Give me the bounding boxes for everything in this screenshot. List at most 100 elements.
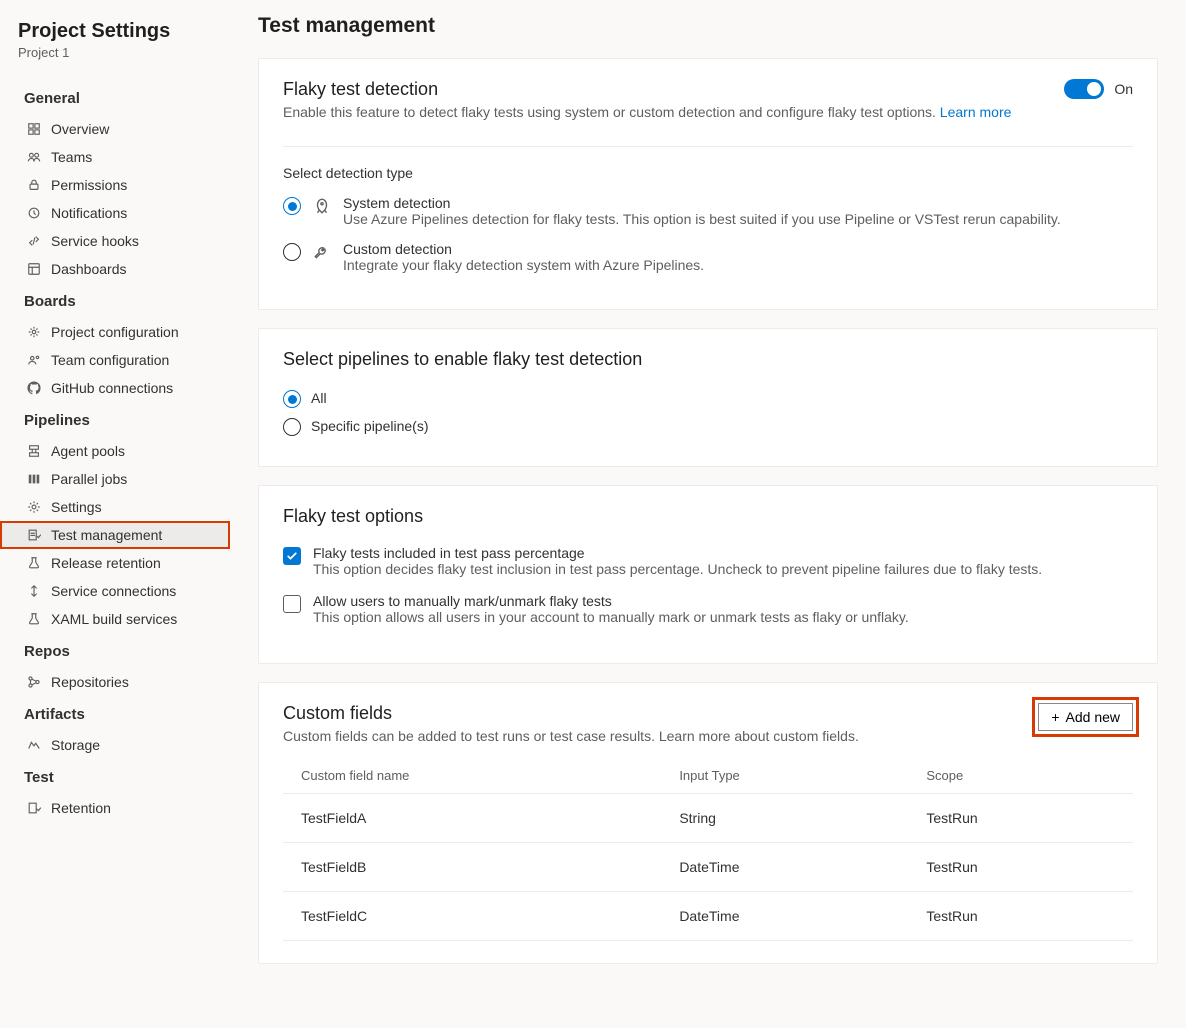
detection-opt-title: Custom detection xyxy=(343,241,704,257)
rocket-icon xyxy=(313,197,331,215)
option-title: Flaky tests included in test pass percen… xyxy=(313,545,1042,561)
sidebar-item-test-management[interactable]: Test management xyxy=(0,521,230,549)
notifications-icon xyxy=(26,205,42,221)
sidebar-item-label: Repositories xyxy=(51,674,129,690)
cf-cell-type: DateTime xyxy=(663,843,910,892)
sidebar-item-label: Test management xyxy=(51,527,162,543)
option-checkbox[interactable] xyxy=(283,595,301,613)
flaky-desc-text: Enable this feature to detect flaky test… xyxy=(283,104,940,120)
sidebar-item-label: Parallel jobs xyxy=(51,471,127,487)
pipeline-option: All xyxy=(283,388,1133,408)
sidebar-item-settings[interactable]: Settings xyxy=(0,493,230,521)
sidebar-item-retention[interactable]: Retention xyxy=(0,794,230,822)
agent-pools-icon xyxy=(26,443,42,459)
pipeline-radio[interactable] xyxy=(283,418,301,436)
pipeline-option-label: Specific pipeline(s) xyxy=(311,418,429,434)
detection-radio[interactable] xyxy=(283,197,301,215)
project-config-icon xyxy=(26,324,42,340)
settings-icon xyxy=(26,499,42,515)
flaky-learn-more-link[interactable]: Learn more xyxy=(940,104,1012,120)
table-row[interactable]: TestFieldAStringTestRun xyxy=(283,794,1133,843)
detection-radio[interactable] xyxy=(283,243,301,261)
service-hooks-icon xyxy=(26,233,42,249)
sidebar-item-dashboards[interactable]: Dashboards xyxy=(0,255,230,283)
pipeline-option: Specific pipeline(s) xyxy=(283,416,1133,436)
retention-icon xyxy=(26,800,42,816)
sidebar-item-permissions[interactable]: Permissions xyxy=(0,171,230,199)
options-title: Flaky test options xyxy=(283,506,1133,527)
sidebar-item-team-configuration[interactable]: Team configuration xyxy=(0,346,230,374)
detection-option: System detectionUse Azure Pipelines dete… xyxy=(283,195,1133,227)
sidebar-item-agent-pools[interactable]: Agent pools xyxy=(0,437,230,465)
service-conn-icon xyxy=(26,583,42,599)
plus-icon: + xyxy=(1051,709,1059,725)
table-row[interactable]: TestFieldCDateTimeTestRun xyxy=(283,892,1133,941)
sidebar-group-header: Test xyxy=(0,759,230,794)
sidebar-item-xaml-build-services[interactable]: XAML build services xyxy=(0,605,230,633)
sidebar-item-release-retention[interactable]: Release retention xyxy=(0,549,230,577)
sidebar-item-label: Dashboards xyxy=(51,261,127,277)
sidebar-item-label: Project configuration xyxy=(51,324,179,340)
sidebar-group-header: Artifacts xyxy=(0,696,230,731)
parallel-jobs-icon xyxy=(26,471,42,487)
table-row[interactable]: TestFieldBDateTimeTestRun xyxy=(283,843,1133,892)
sidebar-item-overview[interactable]: Overview xyxy=(0,115,230,143)
detection-opt-title: System detection xyxy=(343,195,1061,211)
test-mgmt-icon xyxy=(26,527,42,543)
sidebar-item-label: XAML build services xyxy=(51,611,177,627)
sidebar-group-header: General xyxy=(0,80,230,115)
cf-cell-scope: TestRun xyxy=(910,892,1133,941)
option-desc: This option allows all users in your acc… xyxy=(313,609,909,625)
sidebar-item-label: Storage xyxy=(51,737,100,753)
sidebar-item-teams[interactable]: Teams xyxy=(0,143,230,171)
sidebar-item-project-configuration[interactable]: Project configuration xyxy=(0,318,230,346)
storage-icon xyxy=(26,737,42,753)
cf-desc: Custom fields can be added to test runs … xyxy=(283,728,859,744)
wrench-icon xyxy=(313,243,331,261)
pipelines-title: Select pipelines to enable flaky test de… xyxy=(283,349,1133,370)
cf-cell-type: String xyxy=(663,794,910,843)
pipeline-radio[interactable] xyxy=(283,390,301,408)
cf-cell-scope: TestRun xyxy=(910,843,1133,892)
sidebar-item-label: Overview xyxy=(51,121,109,137)
sidebar-item-notifications[interactable]: Notifications xyxy=(0,199,230,227)
option-title: Allow users to manually mark/unmark flak… xyxy=(313,593,909,609)
card-custom-fields: Custom fields Custom fields can be added… xyxy=(258,682,1158,964)
page-title: Test management xyxy=(258,14,1158,38)
sidebar-item-label: Team configuration xyxy=(51,352,169,368)
option-row: Allow users to manually mark/unmark flak… xyxy=(283,593,1133,625)
sidebar-item-service-hooks[interactable]: Service hooks xyxy=(0,227,230,255)
sidebar-subtitle: Project 1 xyxy=(0,45,230,80)
flaky-desc: Enable this feature to detect flaky test… xyxy=(283,104,1011,120)
cf-column-header: Custom field name xyxy=(283,758,663,794)
flaky-toggle-wrap: On xyxy=(1064,79,1133,99)
xaml-icon xyxy=(26,611,42,627)
sidebar-item-parallel-jobs[interactable]: Parallel jobs xyxy=(0,465,230,493)
card-flaky-options: Flaky test options Flaky tests included … xyxy=(258,485,1158,664)
overview-icon xyxy=(26,121,42,137)
main-content: Test management Flaky test detection Ena… xyxy=(230,0,1186,1028)
team-config-icon xyxy=(26,352,42,368)
permissions-icon xyxy=(26,177,42,193)
sidebar-item-storage[interactable]: Storage xyxy=(0,731,230,759)
dashboards-icon xyxy=(26,261,42,277)
sidebar-item-label: Permissions xyxy=(51,177,127,193)
detection-opt-desc: Integrate your flaky detection system wi… xyxy=(343,257,704,273)
sidebar-item-label: Release retention xyxy=(51,555,161,571)
sidebar-item-repositories[interactable]: Repositories xyxy=(0,668,230,696)
sidebar-item-service-connections[interactable]: Service connections xyxy=(0,577,230,605)
sidebar-item-label: GitHub connections xyxy=(51,380,173,396)
sidebar-item-label: Settings xyxy=(51,499,102,515)
sidebar-item-label: Notifications xyxy=(51,205,127,221)
add-new-button[interactable]: + Add new xyxy=(1038,703,1133,731)
sidebar-item-label: Service connections xyxy=(51,583,176,599)
custom-fields-table: Custom field nameInput TypeScope TestFie… xyxy=(283,758,1133,941)
cf-cell-name: TestFieldB xyxy=(283,843,663,892)
option-checkbox[interactable] xyxy=(283,547,301,565)
divider xyxy=(283,146,1133,147)
card-select-pipelines: Select pipelines to enable flaky test de… xyxy=(258,328,1158,467)
flaky-toggle[interactable] xyxy=(1064,79,1104,99)
sidebar-item-github-connections[interactable]: GitHub connections xyxy=(0,374,230,402)
pipeline-option-label: All xyxy=(311,390,327,406)
repos-icon xyxy=(26,674,42,690)
